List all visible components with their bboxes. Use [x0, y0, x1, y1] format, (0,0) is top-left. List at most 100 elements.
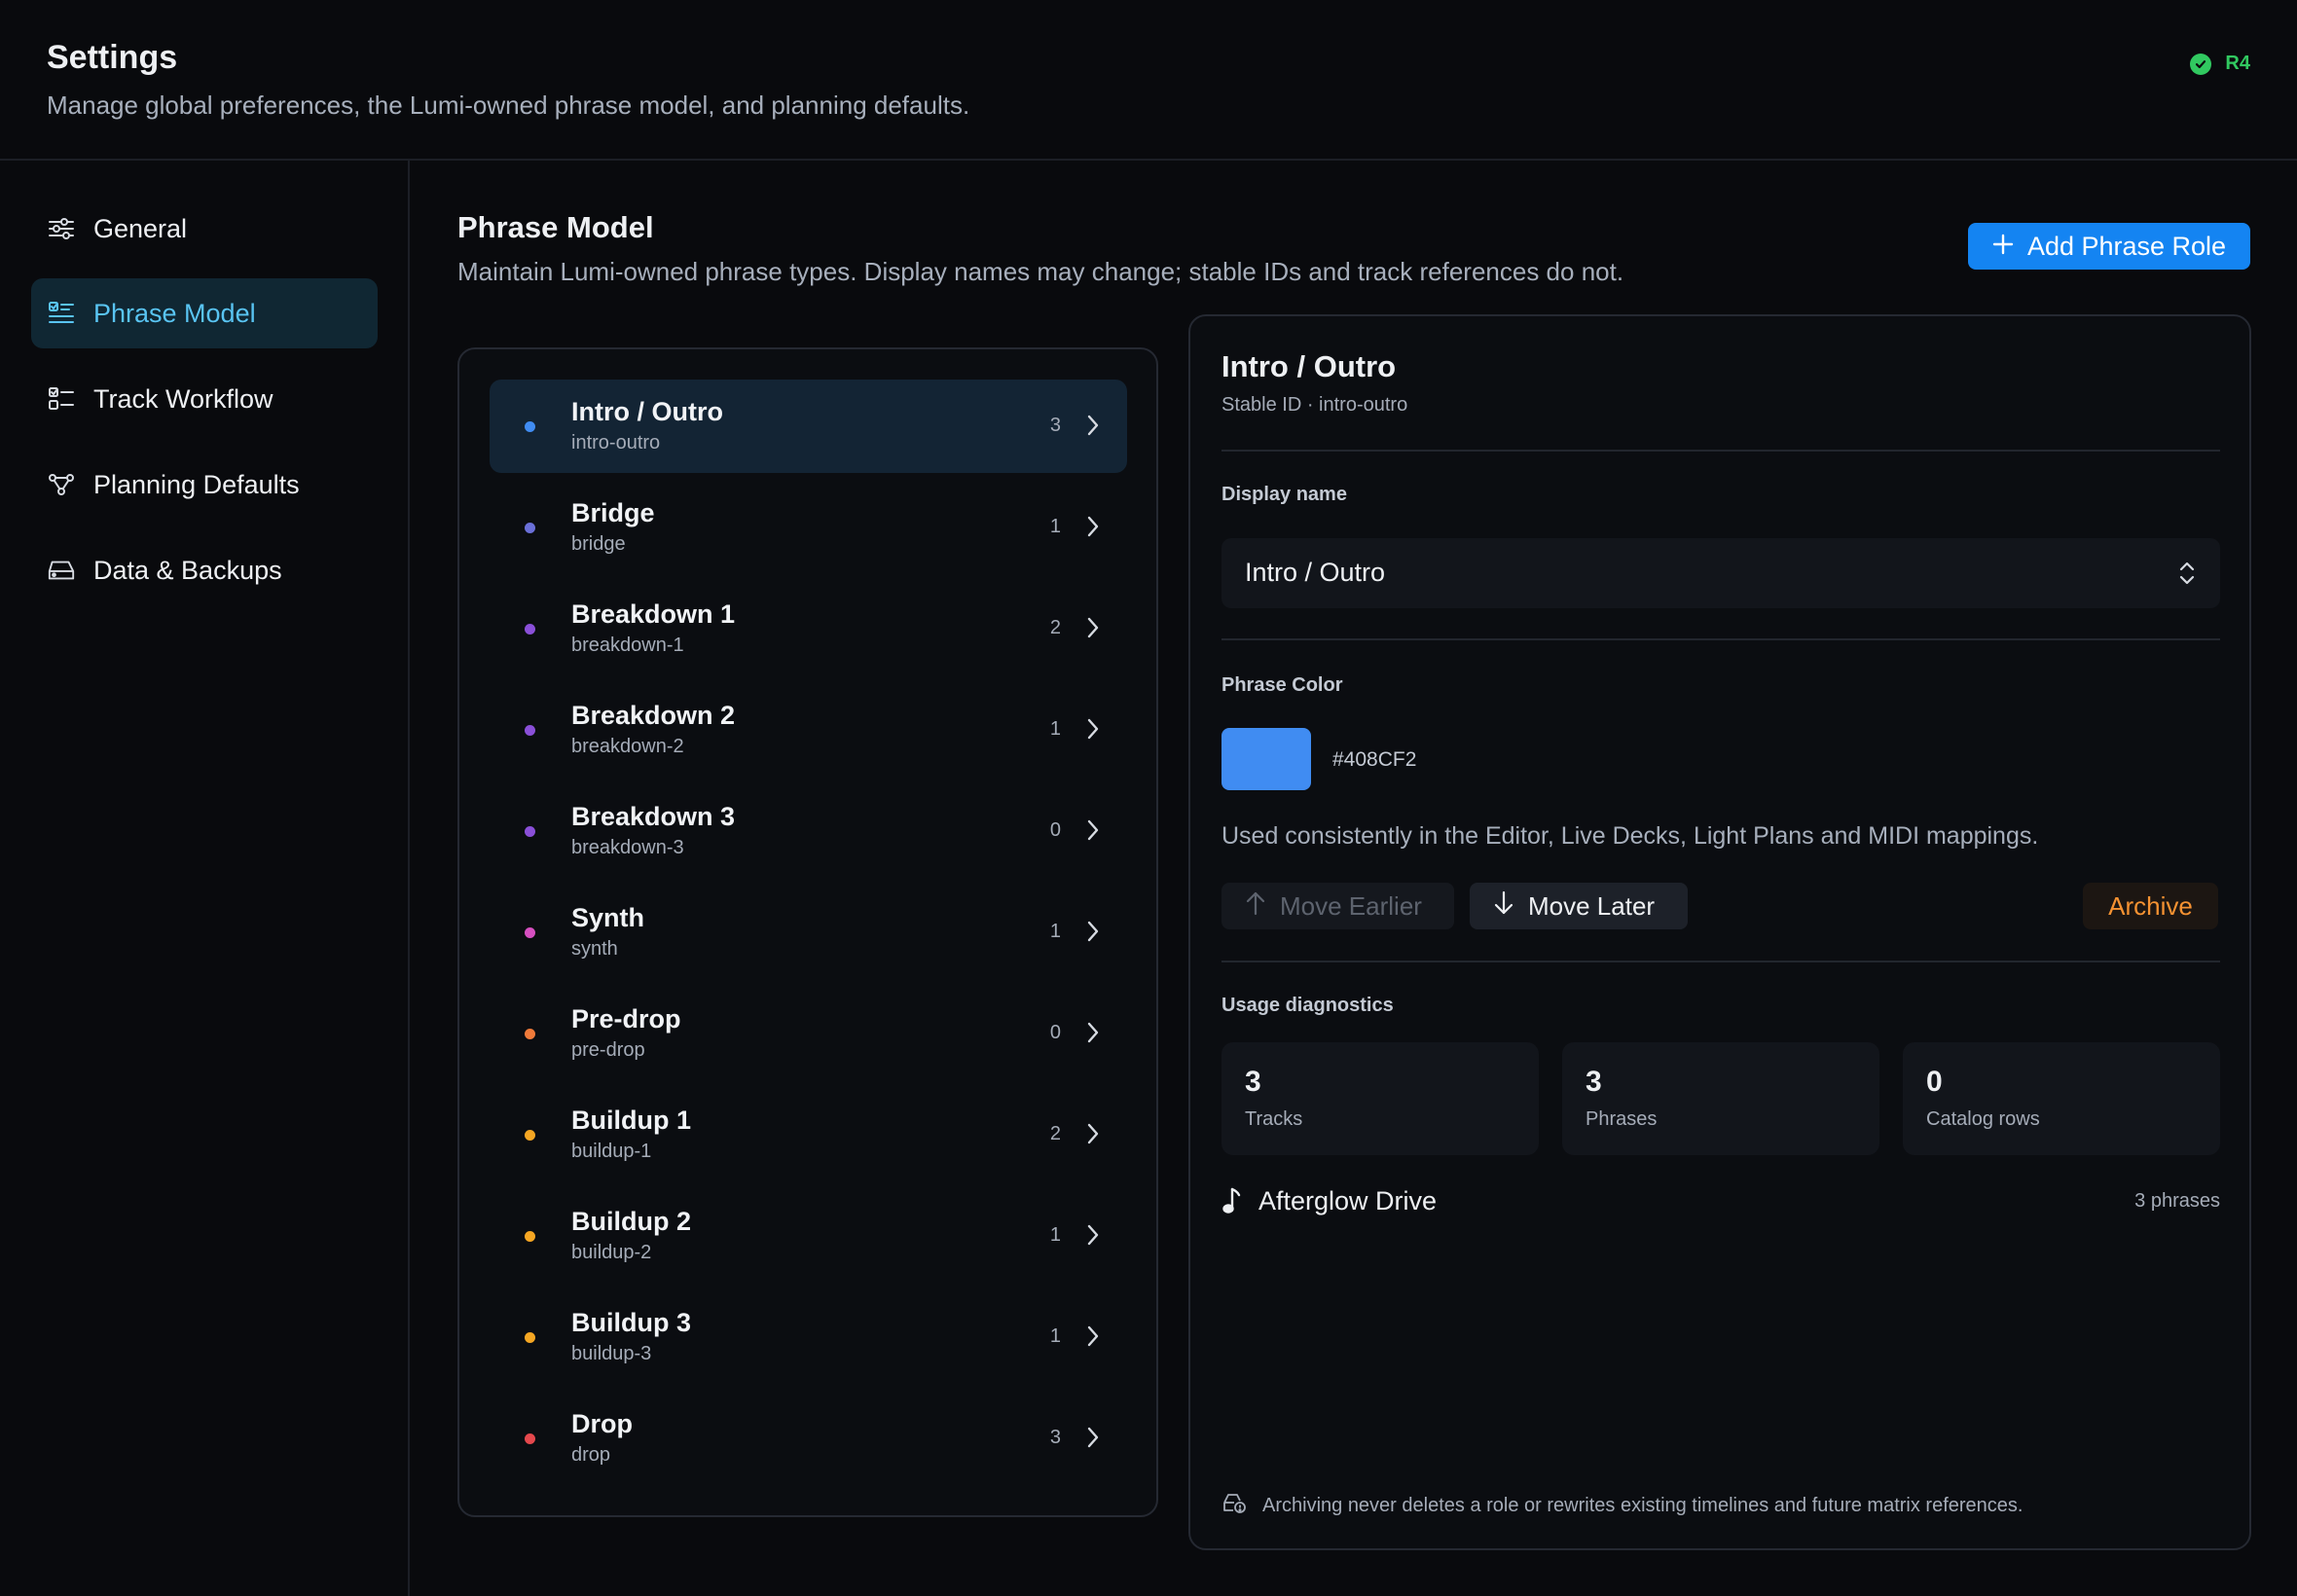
nodes-icon	[47, 470, 76, 499]
track-phrase-count: 3 phrases	[2134, 1190, 2220, 1212]
display-name-select[interactable]: Intro / Outro	[1221, 538, 2220, 608]
track-name: Afterglow Drive	[1258, 1186, 1438, 1215]
track-usage-row[interactable]: Afterglow Drive 3 phrases	[1221, 1179, 2220, 1225]
role-name: Synth	[571, 903, 645, 932]
chevron-right-icon	[1084, 716, 1102, 742]
divider	[1221, 450, 2220, 452]
stat-tracks: 3 Tracks	[1221, 1042, 1539, 1155]
status-indicator: R4	[2190, 53, 2250, 75]
drive-icon	[47, 556, 76, 585]
role-color-dot	[525, 1332, 535, 1343]
sidebar-item-general[interactable]: General	[31, 194, 378, 264]
role-color-dot	[525, 927, 535, 938]
role-name: Buildup 1	[571, 1106, 691, 1135]
role-usage-count: 1	[1049, 718, 1061, 740]
color-note: Used consistently in the Editor, Live De…	[1221, 822, 2039, 850]
phrase-role-row[interactable]: Drop drop 3	[490, 1392, 1127, 1485]
archive-footer-note: Archiving never deletes a role or rewrit…	[1221, 1491, 2023, 1520]
chevron-right-icon	[1084, 1020, 1102, 1045]
role-stable-id: breakdown-3	[571, 837, 684, 858]
phrase-role-row[interactable]: Pre-drop pre-drop 0	[490, 987, 1127, 1080]
usage-diagnostics-label: Usage diagnostics	[1221, 995, 1394, 1016]
display-name-value: Intro / Outro	[1245, 558, 1386, 587]
chevron-right-icon	[1084, 413, 1102, 438]
role-usage-count: 0	[1049, 1022, 1061, 1043]
role-stable-id: drop	[571, 1444, 611, 1466]
sidebar-item-planning-defaults[interactable]: Planning Defaults	[31, 450, 378, 520]
role-color-dot	[525, 1231, 535, 1242]
phrase-role-row[interactable]: Breakdown 2 breakdown-2 1	[490, 683, 1127, 777]
page-header: Settings Manage global preferences, the …	[0, 0, 2297, 161]
phrase-role-row[interactable]: Bridge bridge 1	[490, 481, 1127, 574]
role-stable-id: bridge	[571, 533, 626, 555]
role-name: Intro / Outro	[571, 397, 723, 426]
stat-phrases: 3 Phrases	[1562, 1042, 1879, 1155]
role-name: Breakdown 2	[571, 701, 736, 730]
phrase-color-label: Phrase Color	[1221, 674, 1343, 696]
role-color-dot	[525, 1029, 535, 1039]
role-color-dot	[525, 624, 535, 635]
phrase-role-row[interactable]: Buildup 2 buildup-2 1	[490, 1189, 1127, 1283]
checklist-icon	[47, 384, 76, 414]
role-color-dot	[525, 826, 535, 837]
role-name: Breakdown 3	[571, 802, 736, 831]
arrow-up-icon	[1245, 890, 1266, 923]
phrase-role-row[interactable]: Synth synth 1	[490, 886, 1127, 979]
stat-value: 3	[1245, 1066, 1261, 1098]
sidebar-item-data-backups[interactable]: Data & Backups	[31, 535, 378, 605]
sidebar-item-label: Phrase Model	[93, 298, 256, 328]
role-color-dot	[525, 1433, 535, 1444]
archive-button[interactable]: Archive	[2083, 883, 2218, 929]
role-stable-id: buildup-2	[571, 1242, 652, 1263]
role-stable-id: intro-outro	[571, 432, 661, 453]
role-usage-count: 1	[1049, 516, 1061, 537]
stat-value: 3	[1586, 1066, 1602, 1098]
stat-label: Tracks	[1245, 1108, 1303, 1130]
color-swatch[interactable]	[1221, 728, 1311, 790]
role-name: Buildup 3	[571, 1308, 691, 1337]
move-earlier-label: Move Earlier	[1280, 890, 1422, 921]
chevron-right-icon	[1084, 1425, 1102, 1450]
sidebar-item-track-workflow[interactable]: Track Workflow	[31, 364, 378, 434]
chevron-up-down-icon	[2177, 560, 2197, 587]
phrase-role-row[interactable]: Buildup 3 buildup-3 1	[490, 1290, 1127, 1384]
role-stable-id: pre-drop	[571, 1039, 645, 1061]
phrase-role-row[interactable]: Breakdown 3 breakdown-3 0	[490, 784, 1127, 878]
sidebar-item-label: General	[93, 213, 188, 243]
stat-label: Phrases	[1586, 1108, 1658, 1130]
move-later-button[interactable]: Move Later	[1470, 883, 1688, 929]
sidebar-item-phrase-model[interactable]: Phrase Model	[31, 278, 378, 348]
role-stable-id: buildup-3	[571, 1343, 652, 1364]
arrow-down-icon	[1493, 890, 1514, 923]
page-subtitle: Manage global preferences, the Lumi-owne…	[47, 91, 970, 120]
section-subtitle: Maintain Lumi-owned phrase types. Displa…	[457, 257, 1624, 286]
role-usage-count: 3	[1049, 415, 1061, 436]
stable-id: Stable ID · intro-outro	[1221, 394, 1408, 416]
stat-label: Catalog rows	[1926, 1108, 2040, 1130]
role-usage-count: 1	[1049, 921, 1061, 942]
role-color-dot	[525, 725, 535, 736]
plus-icon	[1992, 232, 2014, 262]
chevron-right-icon	[1084, 1324, 1102, 1349]
role-name: Bridge	[571, 498, 655, 527]
stat-value: 0	[1926, 1066, 1943, 1098]
chevron-right-icon	[1084, 1121, 1102, 1146]
sidebar: General Phrase Model Track Workflow Plan…	[0, 161, 410, 1596]
role-stable-id: synth	[571, 938, 618, 960]
role-usage-count: 3	[1049, 1427, 1061, 1448]
chevron-right-icon	[1084, 817, 1102, 843]
sidebar-item-label: Track Workflow	[93, 383, 273, 414]
role-stable-id: breakdown-2	[571, 736, 684, 757]
check-circle-icon	[2190, 53, 2212, 75]
add-phrase-role-button[interactable]: Add Phrase Role	[1968, 223, 2250, 270]
phrase-role-row[interactable]: Intro / Outro intro-outro 3	[490, 380, 1127, 473]
move-earlier-button[interactable]: Move Earlier	[1221, 883, 1454, 929]
sidebar-item-label: Data & Backups	[93, 555, 282, 585]
phrase-role-row[interactable]: Breakdown 1 breakdown-1 2	[490, 582, 1127, 675]
phrase-role-list: Intro / Outro intro-outro 3 Bridge bridge 1 Br…	[457, 347, 1158, 1517]
chevron-right-icon	[1084, 615, 1102, 640]
chevron-right-icon	[1084, 1222, 1102, 1248]
status-label: R4	[2225, 53, 2250, 74]
role-usage-count: 1	[1049, 1224, 1061, 1246]
phrase-role-row[interactable]: Buildup 1 buildup-1 2	[490, 1088, 1127, 1181]
